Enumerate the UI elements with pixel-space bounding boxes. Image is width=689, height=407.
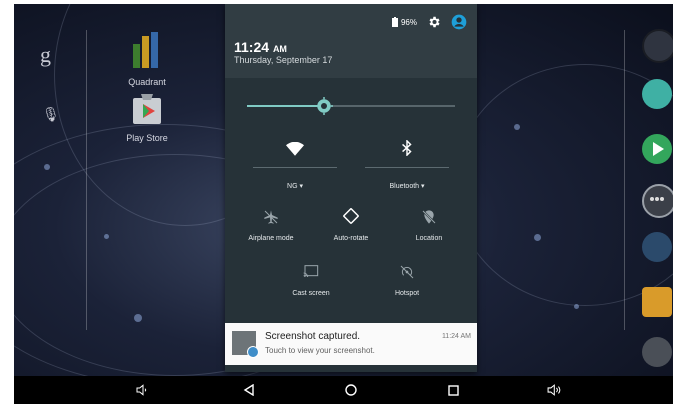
wallpaper-dot [534, 234, 541, 241]
shade-header: 96% 11:24 AM Thursday, September 17 [225, 4, 477, 78]
tile-label: Airplane mode [248, 235, 294, 242]
user-avatar-icon[interactable] [451, 14, 467, 30]
tile-bluetooth[interactable] [365, 140, 449, 156]
tile-divider [365, 167, 449, 168]
notification-title: Screenshot captured. [265, 331, 361, 342]
volume-up-button[interactable] [546, 382, 564, 398]
battery-icon [391, 17, 398, 27]
google-search-icon[interactable]: g [40, 42, 51, 68]
notification-shade: 96% 11:24 AM Thursday, September 17 NG ▾ [225, 4, 477, 372]
settings-app-icon[interactable] [642, 337, 672, 367]
play-store-icon [133, 94, 161, 124]
dots-grid-icon [650, 197, 664, 201]
notification-screenshot[interactable]: Screenshot captured. Touch to view your … [225, 323, 477, 365]
browser-app-icon[interactable] [642, 79, 672, 109]
screenshot-badge-icon [247, 346, 259, 358]
wallpaper-dot [574, 304, 579, 309]
bluetooth-icon [402, 140, 412, 156]
notification-time: 11:24 AM [441, 333, 471, 340]
tile-divider [253, 167, 337, 168]
rail-divider-right [624, 30, 625, 330]
email-app-icon[interactable] [642, 287, 672, 317]
app-icon-play-store[interactable]: Play Store [122, 92, 172, 143]
quadrant-icon [133, 32, 158, 68]
airplane-icon [264, 210, 278, 224]
hotspot-icon [400, 265, 414, 279]
tile-label: Location [415, 235, 443, 242]
app-drawer-icon[interactable] [642, 184, 673, 218]
tile-wifi[interactable] [253, 142, 337, 156]
tile-bluetooth-label[interactable]: Bluetooth ▾ [365, 175, 449, 193]
mic-icon[interactable]: 🎙 [42, 106, 60, 123]
tile-label: Hotspot [394, 290, 420, 297]
recents-icon [447, 384, 459, 396]
app-label: Play Store [126, 133, 168, 143]
tile-label: Bluetooth ▾ [389, 183, 425, 190]
tile-airplane[interactable]: Airplane mode [241, 209, 301, 242]
recents-button[interactable] [444, 382, 462, 398]
clock-ampm: AM [272, 44, 287, 54]
play-app-icon[interactable] [642, 134, 672, 164]
auto-rotate-icon [343, 208, 359, 224]
play-icon [653, 142, 664, 156]
back-icon [243, 384, 254, 396]
tile-wifi-label[interactable]: NG ▾ [253, 175, 337, 193]
wallpaper-dot [514, 124, 520, 130]
screenshot-thumbnail-icon [232, 331, 259, 358]
search-rail: g 🎙 [14, 26, 89, 326]
clock: 11:24 AM [234, 39, 287, 55]
volume-up-icon [547, 384, 561, 396]
back-button[interactable] [240, 382, 258, 398]
tile-label: Cast screen [292, 290, 330, 297]
settings-gear-icon[interactable] [427, 15, 441, 29]
navigation-bar [14, 376, 673, 404]
wallpaper-dot [134, 314, 142, 322]
home-icon [345, 384, 357, 396]
brightness-thumb-icon[interactable] [314, 97, 333, 115]
tile-location[interactable]: Location [399, 209, 459, 242]
wifi-icon [286, 142, 304, 156]
status-row: 96% [391, 14, 467, 30]
globe-app-icon[interactable] [642, 232, 672, 262]
app-icon-quadrant[interactable]: Quadrant [122, 30, 172, 87]
battery-indicator: 96% [391, 17, 417, 27]
cast-icon [303, 265, 319, 278]
brightness-fill [247, 105, 324, 107]
android-screen: g 🎙 Quadrant Play Store 96% 11:24 AM Thu… [14, 4, 673, 404]
volume-down-icon [136, 384, 147, 396]
clock-time: 11:24 [234, 39, 270, 55]
brightness-slider[interactable] [247, 97, 455, 115]
tile-label: Auto-rotate [333, 235, 369, 242]
tile-auto-rotate[interactable]: Auto-rotate [321, 207, 381, 242]
notification-text: Touch to view your screenshot. [265, 346, 375, 355]
location-off-icon [422, 210, 436, 224]
app-label: Quadrant [128, 77, 166, 87]
tile-cast[interactable]: Cast screen [281, 264, 341, 297]
volume-down-button[interactable] [134, 382, 152, 398]
camera-app-icon[interactable] [642, 29, 673, 63]
battery-percent: 96% [400, 17, 417, 27]
tile-hotspot[interactable]: Hotspot [377, 264, 437, 297]
tile-label: NG ▾ [287, 183, 303, 190]
wallpaper-dot [104, 234, 109, 239]
home-button[interactable] [342, 382, 360, 398]
date: Thursday, September 17 [234, 55, 333, 65]
wallpaper-arc [454, 64, 673, 306]
